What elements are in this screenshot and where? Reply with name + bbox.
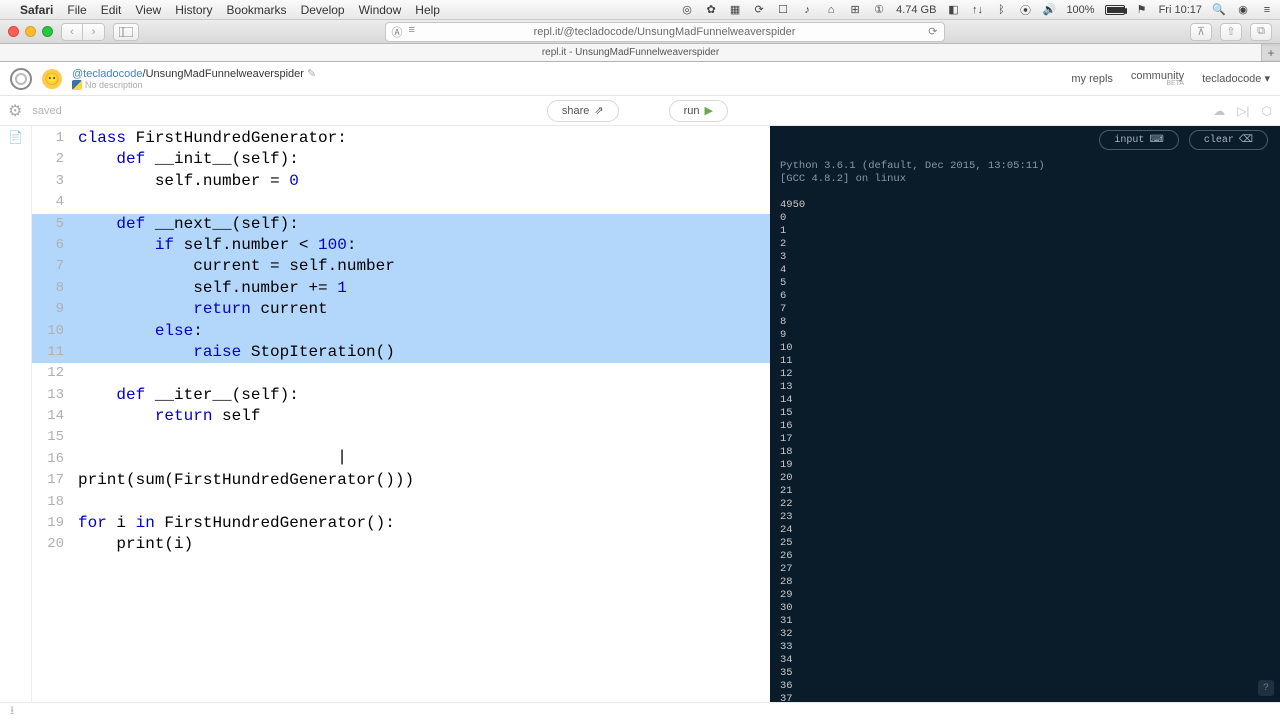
status-icon[interactable]: ◧ [946,3,960,17]
menu-develop[interactable]: Develop [301,3,345,17]
edit-name-icon[interactable]: ✎ [307,68,316,80]
macos-menubar: Safari File Edit View History Bookmarks Devel… [0,0,1280,20]
bluetooth-icon[interactable]: ᛒ [994,3,1008,17]
reload-icon[interactable]: ⟳ [928,25,937,38]
site-menu-icon[interactable]: ≡ [409,24,415,40]
share-icon: ⇗ [594,104,603,117]
bottom-bar: ⭳ [0,702,1280,720]
repl-header: 😶 @tecladocode/UnsungMadFunnelweaverspid… [0,62,1280,96]
tabs-button[interactable]: ⧉ [1250,23,1272,41]
status-icon[interactable]: ⌂ [824,3,838,17]
volume-icon[interactable]: 🔊 [1042,3,1056,17]
battery-pct[interactable]: 100% [1066,4,1094,16]
window-controls [8,26,53,37]
cloud-icon[interactable]: ☁ [1213,104,1225,118]
help-icon[interactable]: ? [1258,680,1274,696]
replit-logo-icon[interactable] [10,68,32,90]
new-tab-button[interactable]: + [1262,46,1280,60]
forward-button[interactable]: › [83,23,105,41]
wifi-icon[interactable]: ⦿ [1018,3,1032,17]
share-button[interactable]: share ⇗ [547,100,619,122]
status-icon[interactable]: ✿ [704,3,718,17]
back-button[interactable]: ‹ [61,23,83,41]
address-bar[interactable]: Ⓐ ≡ repl.it/@tecladocode/UnsungMadFunnel… [385,22,945,42]
play-icon: ▶ [705,104,713,117]
owner-link[interactable]: @tecladocode [72,68,143,80]
terminal-panel[interactable]: input⌨ clear⌫ Python 3.6.1 (default, Dec… [770,126,1280,702]
add-file-icon[interactable]: 📄 [8,130,23,144]
nav-community[interactable]: communityBETA [1131,70,1184,87]
reader-icon[interactable]: Ⓐ [392,24,403,40]
status-icon[interactable]: ⊞ [848,3,862,17]
line-gutter: 1234567891011121314151617181920 [32,126,72,702]
safari-toolbar: ‹ › Ⓐ ≡ repl.it/@tecladocode/UnsungMadFu… [0,20,1280,44]
status-icon[interactable]: ◎ [680,3,694,17]
menu-view[interactable]: View [135,3,161,17]
url-text: repl.it/@tecladocode/UnsungMadFunnelweav… [534,26,796,38]
settings-icon[interactable]: ⚙ [8,101,22,121]
menu-edit[interactable]: Edit [101,3,122,17]
status-icon[interactable]: ♪ [800,3,814,17]
sidebar-button[interactable] [113,23,139,41]
project-avatar-icon: 😶 [42,69,62,89]
input-button[interactable]: input⌨ [1099,130,1178,150]
downloads-button[interactable]: ⊼ [1190,23,1212,41]
flag-icon[interactable]: ⚑ [1135,3,1149,17]
menu-window[interactable]: Window [359,3,402,17]
minimize-window-button[interactable] [25,26,36,37]
code-editor[interactable]: 1234567891011121314151617181920 class Fi… [32,126,770,702]
user-menu[interactable]: tecladocode ▾ [1202,72,1270,85]
menu-bookmarks[interactable]: Bookmarks [227,3,287,17]
nav-buttons: ‹ › [61,23,105,41]
project-name: UnsungMadFunnelweaverspider [146,68,304,80]
project-info: @tecladocode/UnsungMadFunnelweaverspider… [72,67,316,90]
menu-help[interactable]: Help [415,3,440,17]
python-icon [72,80,82,90]
code-content[interactable]: class FirstHundredGenerator: def __init_… [78,128,770,556]
tab-title: repl.it - UnsungMadFunnelweaverspider [542,47,719,58]
close-window-button[interactable] [8,26,19,37]
input-icon: ⌨ [1149,134,1163,147]
download-icon[interactable]: ⭳ [10,701,14,720]
action-bar: ⚙ saved share ⇗ run ▶ ☁ ▷| ⬡ [0,96,1280,126]
workspace: 📄 1234567891011121314151617181920 class … [0,126,1280,702]
run-button[interactable]: run ▶ [669,100,728,122]
menubar-status-right: ◎ ✿ ▦ ⟳ ☐ ♪ ⌂ ⊞ ① 4.74 GB ◧ ↑↓ ᛒ ⦿ 🔊 100… [680,3,1274,17]
clock[interactable]: Fri 10:17 [1159,4,1202,16]
terminal-output: Python 3.6.1 (default, Dec 2015, 13:05:1… [780,160,1280,702]
menu-history[interactable]: History [175,3,212,17]
save-status: saved [32,105,61,117]
share-label: share [562,105,590,117]
status-icon[interactable]: ⟳ [752,3,766,17]
active-app[interactable]: Safari [20,3,53,17]
browser-tab[interactable]: repl.it - UnsungMadFunnelweaverspider [0,44,1262,61]
fullscreen-window-button[interactable] [42,26,53,37]
share-button[interactable]: ⇧ [1220,23,1242,41]
project-desc: No description [85,80,143,90]
safari-tabbar: repl.it - UnsungMadFunnelweaverspider + [0,44,1280,62]
status-icon[interactable]: ↑↓ [970,3,984,17]
spotlight-icon[interactable]: 🔍 [1212,3,1226,17]
dropbox-icon[interactable]: ☐ [776,3,790,17]
package-icon[interactable]: ⬡ [1262,104,1272,118]
file-sidebar: 📄 [0,126,32,702]
step-icon[interactable]: ▷| [1237,104,1249,118]
run-label: run [684,105,700,117]
status-icon[interactable]: ① [872,3,886,17]
siri-icon[interactable]: ◉ [1236,3,1250,17]
nav-my-repls[interactable]: my repls [1071,73,1113,85]
clear-button[interactable]: clear⌫ [1189,130,1268,150]
notifications-icon[interactable]: ≡ [1260,3,1274,17]
battery-icon[interactable] [1105,5,1125,15]
status-icon[interactable]: ▦ [728,3,742,17]
ram-usage[interactable]: 4.74 GB [896,4,936,16]
clear-icon: ⌫ [1239,134,1253,147]
menu-file[interactable]: File [67,3,86,17]
